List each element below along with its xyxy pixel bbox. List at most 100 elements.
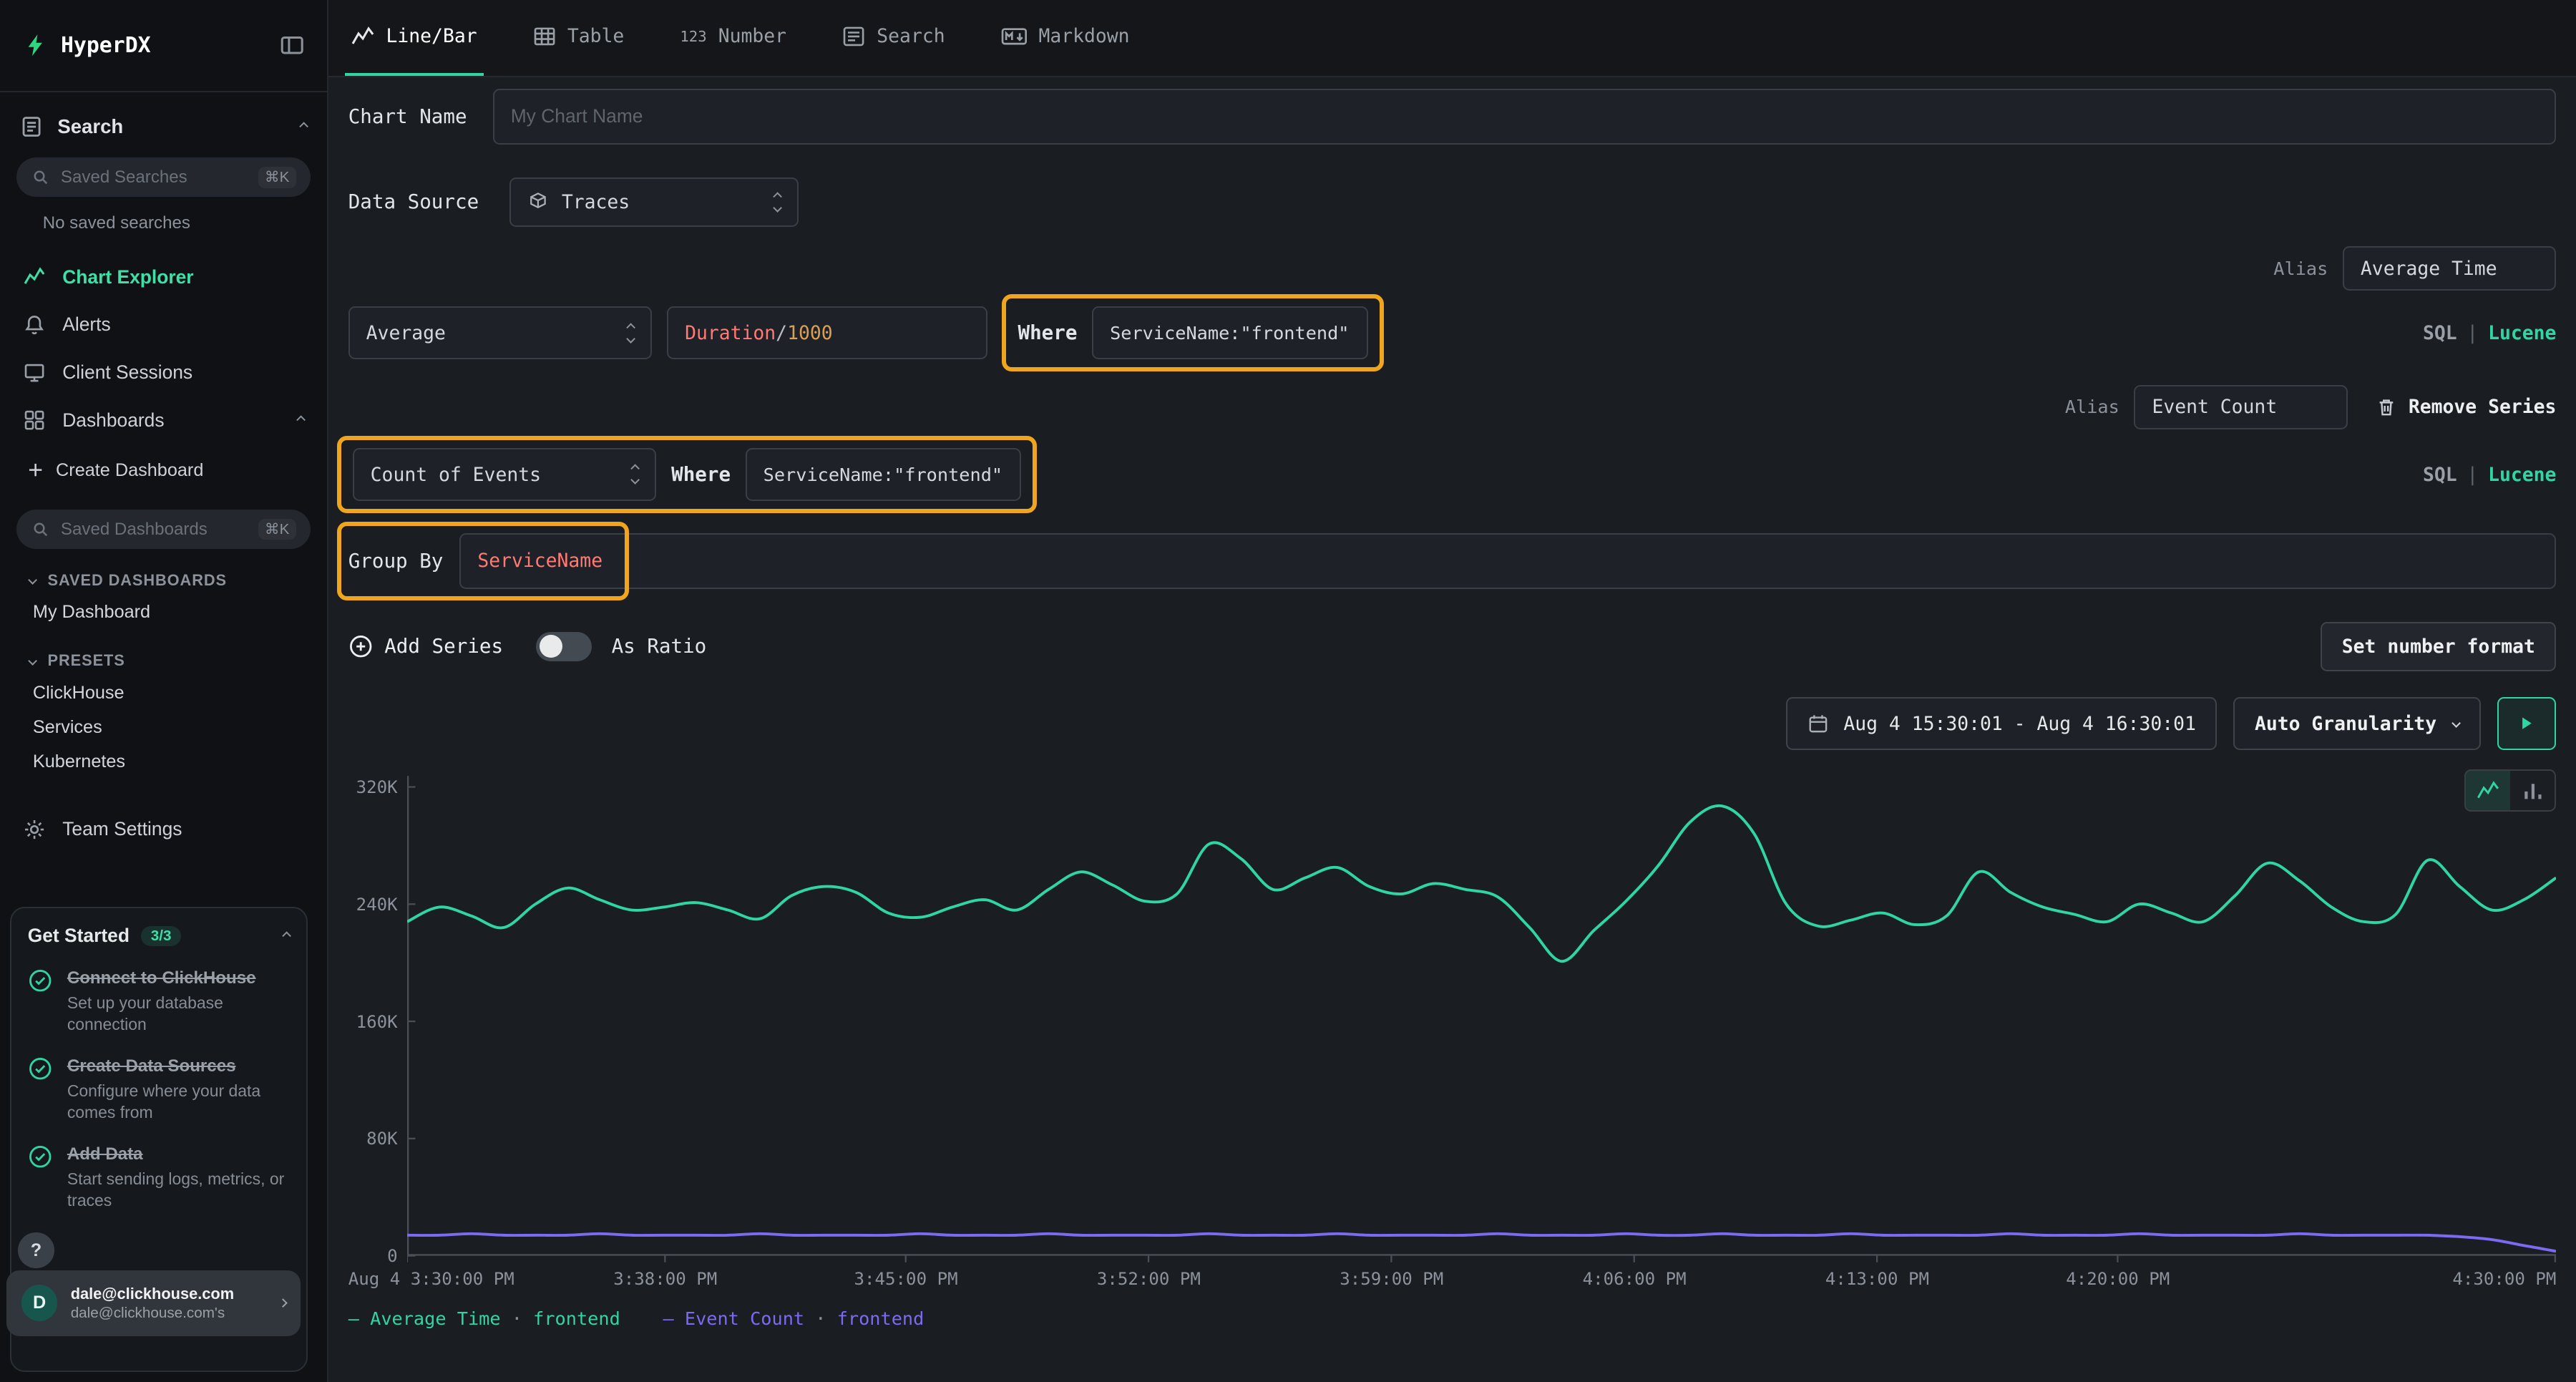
- chart-legend: — Average Time · frontend — Event Count ·…: [348, 1308, 2557, 1329]
- legend-item[interactable]: — Event Count · frontend: [663, 1308, 924, 1329]
- saved-dashboards-input[interactable]: Saved Dashboards ⌘K: [16, 510, 311, 549]
- lucene-toggle[interactable]: Lucene: [2488, 322, 2556, 344]
- tab-label: Search: [877, 25, 945, 47]
- get-started-step-connect[interactable]: Connect to ClickHouse Set up your databa…: [28, 967, 290, 1036]
- remove-series-button[interactable]: Remove Series: [2376, 396, 2556, 418]
- chart-name-input[interactable]: [493, 89, 2557, 145]
- preset-item-clickhouse[interactable]: ClickHouse: [0, 676, 327, 710]
- tab-label: Markdown: [1038, 25, 1129, 47]
- preset-item-services[interactable]: Services: [0, 710, 327, 744]
- add-series-label: Add Series: [384, 635, 503, 658]
- search-list-icon: [842, 26, 865, 47]
- search-list-icon: [20, 115, 43, 138]
- x-tick-label: 4:30:00 PM: [2452, 1269, 2556, 1289]
- query-language-switch: SQL | Lucene: [2423, 464, 2556, 486]
- granularity-select[interactable]: Auto Granularity: [2233, 697, 2480, 749]
- sidebar-header: HyperDX: [0, 0, 327, 92]
- preset-item-kubernetes[interactable]: Kubernetes: [0, 744, 327, 779]
- tab-table[interactable]: Table: [526, 0, 630, 76]
- sidebar-item-label: Alerts: [62, 313, 110, 336]
- chart-editor: Chart Name Data Source Traces Alias Aver…: [328, 77, 2576, 1382]
- time-range-picker[interactable]: Aug 4 15:30:01 - Aug 4 16:30:01: [1786, 697, 2217, 749]
- sidebar-item-alerts[interactable]: Alerts: [0, 301, 327, 349]
- tab-search[interactable]: Search: [836, 0, 952, 76]
- no-saved-searches-text: No saved searches: [43, 213, 327, 233]
- create-dashboard-label: Create Dashboard: [56, 460, 203, 481]
- tab-number[interactable]: 123 Number: [673, 0, 793, 76]
- tab-markdown[interactable]: Markdown: [994, 0, 1136, 76]
- y-tick-label: 320K: [356, 777, 398, 797]
- bar-chart-toggle[interactable]: [2510, 771, 2555, 810]
- series1-where-input[interactable]: ServiceName:"frontend": [1092, 306, 1368, 359]
- lucene-toggle[interactable]: Lucene: [2488, 464, 2556, 486]
- shortcut-badge: ⌘K: [258, 167, 296, 188]
- group-by-input[interactable]: ServiceName: [459, 533, 2556, 589]
- series1-field-input[interactable]: Duration/1000: [667, 306, 987, 359]
- legend-item[interactable]: — Average Time · frontend: [348, 1308, 620, 1329]
- step-title: Create Data Sources: [67, 1055, 290, 1077]
- query-language-switch: SQL | Lucene: [2423, 322, 2556, 344]
- get-started-step-sources[interactable]: Create Data Sources Configure where your…: [28, 1055, 290, 1124]
- where-label: Where: [1018, 321, 1078, 344]
- sidebar-item-dashboards[interactable]: Dashboards: [0, 396, 327, 444]
- series2-alias-input[interactable]: Event Count: [2134, 385, 2347, 429]
- sql-toggle[interactable]: SQL: [2423, 464, 2457, 486]
- group-label-text: SAVED DASHBOARDS: [48, 571, 227, 590]
- x-tick-label: 3:45:00 PM: [854, 1269, 958, 1289]
- monitor-icon: [23, 361, 46, 384]
- check-circle-icon: [28, 1144, 52, 1211]
- number-123-icon: 123: [680, 28, 706, 45]
- data-source-select[interactable]: Traces: [509, 177, 799, 227]
- alias-value: Event Count: [2152, 396, 2277, 418]
- chart-type-tabbar: Line/Bar Table 123 Number Search Markdow…: [328, 0, 2576, 77]
- check-circle-icon: [28, 968, 52, 1035]
- series1-aggregation-select[interactable]: Average: [348, 306, 653, 359]
- group-saved-dashboards[interactable]: SAVED DASHBOARDS: [0, 565, 327, 595]
- search-icon: [31, 520, 49, 538]
- add-series-button[interactable]: Add Series: [348, 634, 503, 658]
- series1-alias-input[interactable]: Average Time: [2343, 246, 2556, 291]
- create-dashboard-button[interactable]: Create Dashboard: [0, 450, 327, 490]
- cube-icon: [527, 191, 549, 213]
- chevron-up-icon: [282, 931, 291, 940]
- chevron-right-icon: [278, 1298, 288, 1308]
- y-tick-label: 240K: [356, 895, 398, 915]
- alias-value: Average Time: [2361, 258, 2497, 280]
- x-tick-label: 3:52:00 PM: [1097, 1269, 1201, 1289]
- sidebar-item-team-settings[interactable]: Team Settings: [0, 805, 327, 853]
- help-button[interactable]: ?: [18, 1232, 54, 1269]
- set-number-format-button[interactable]: Set number format: [2321, 622, 2556, 671]
- field-slash: /: [776, 322, 787, 344]
- where-label: Where: [671, 463, 731, 486]
- saved-searches-input[interactable]: Saved Searches ⌘K: [16, 157, 311, 197]
- line-chart-toggle[interactable]: [2466, 771, 2510, 810]
- group-presets[interactable]: PRESETS: [0, 646, 327, 676]
- play-icon: [2517, 714, 2535, 732]
- series2-where-input[interactable]: ServiceName:"frontend": [746, 448, 1022, 500]
- get-started-header[interactable]: Get Started 3/3: [28, 925, 290, 947]
- granularity-value: Auto Granularity: [2255, 713, 2436, 735]
- where-value: ServiceName:"frontend": [763, 464, 1002, 485]
- chart-area: 320K240K160K80K0 Aug 4 3:30:00 PM3:38:00…: [348, 769, 2557, 1329]
- dashboard-item-my-dashboard[interactable]: My Dashboard: [0, 595, 327, 629]
- sql-toggle[interactable]: SQL: [2423, 322, 2457, 344]
- get-started-step-add-data[interactable]: Add Data Start sending logs, metrics, or…: [28, 1143, 290, 1212]
- as-ratio-toggle[interactable]: [536, 632, 592, 661]
- chevron-up-icon: [300, 122, 309, 131]
- sidebar-item-chart-explorer[interactable]: Chart Explorer: [0, 253, 327, 301]
- run-query-button[interactable]: [2497, 697, 2557, 749]
- sidebar: HyperDX Search Saved Searches ⌘K No save…: [0, 0, 328, 1382]
- tab-line-bar[interactable]: Line/Bar: [345, 0, 484, 76]
- search-section-header[interactable]: Search: [20, 115, 308, 138]
- brand-title: HyperDX: [61, 33, 266, 58]
- chart-plot[interactable]: [407, 769, 2556, 1265]
- search-section-label: Search: [57, 115, 123, 138]
- chart-display-toggle: [2464, 769, 2556, 812]
- as-ratio-label: As Ratio: [612, 635, 707, 658]
- sidebar-item-label: Client Sessions: [62, 361, 192, 384]
- series2-aggregation-select[interactable]: Count of Events: [353, 448, 657, 500]
- user-menu[interactable]: D dale@clickhouse.com dale@clickhouse.co…: [6, 1270, 301, 1336]
- collapse-sidebar-icon[interactable]: [280, 33, 304, 57]
- saved-dashboards-placeholder: Saved Dashboards: [61, 520, 247, 540]
- sidebar-item-client-sessions[interactable]: Client Sessions: [0, 349, 327, 396]
